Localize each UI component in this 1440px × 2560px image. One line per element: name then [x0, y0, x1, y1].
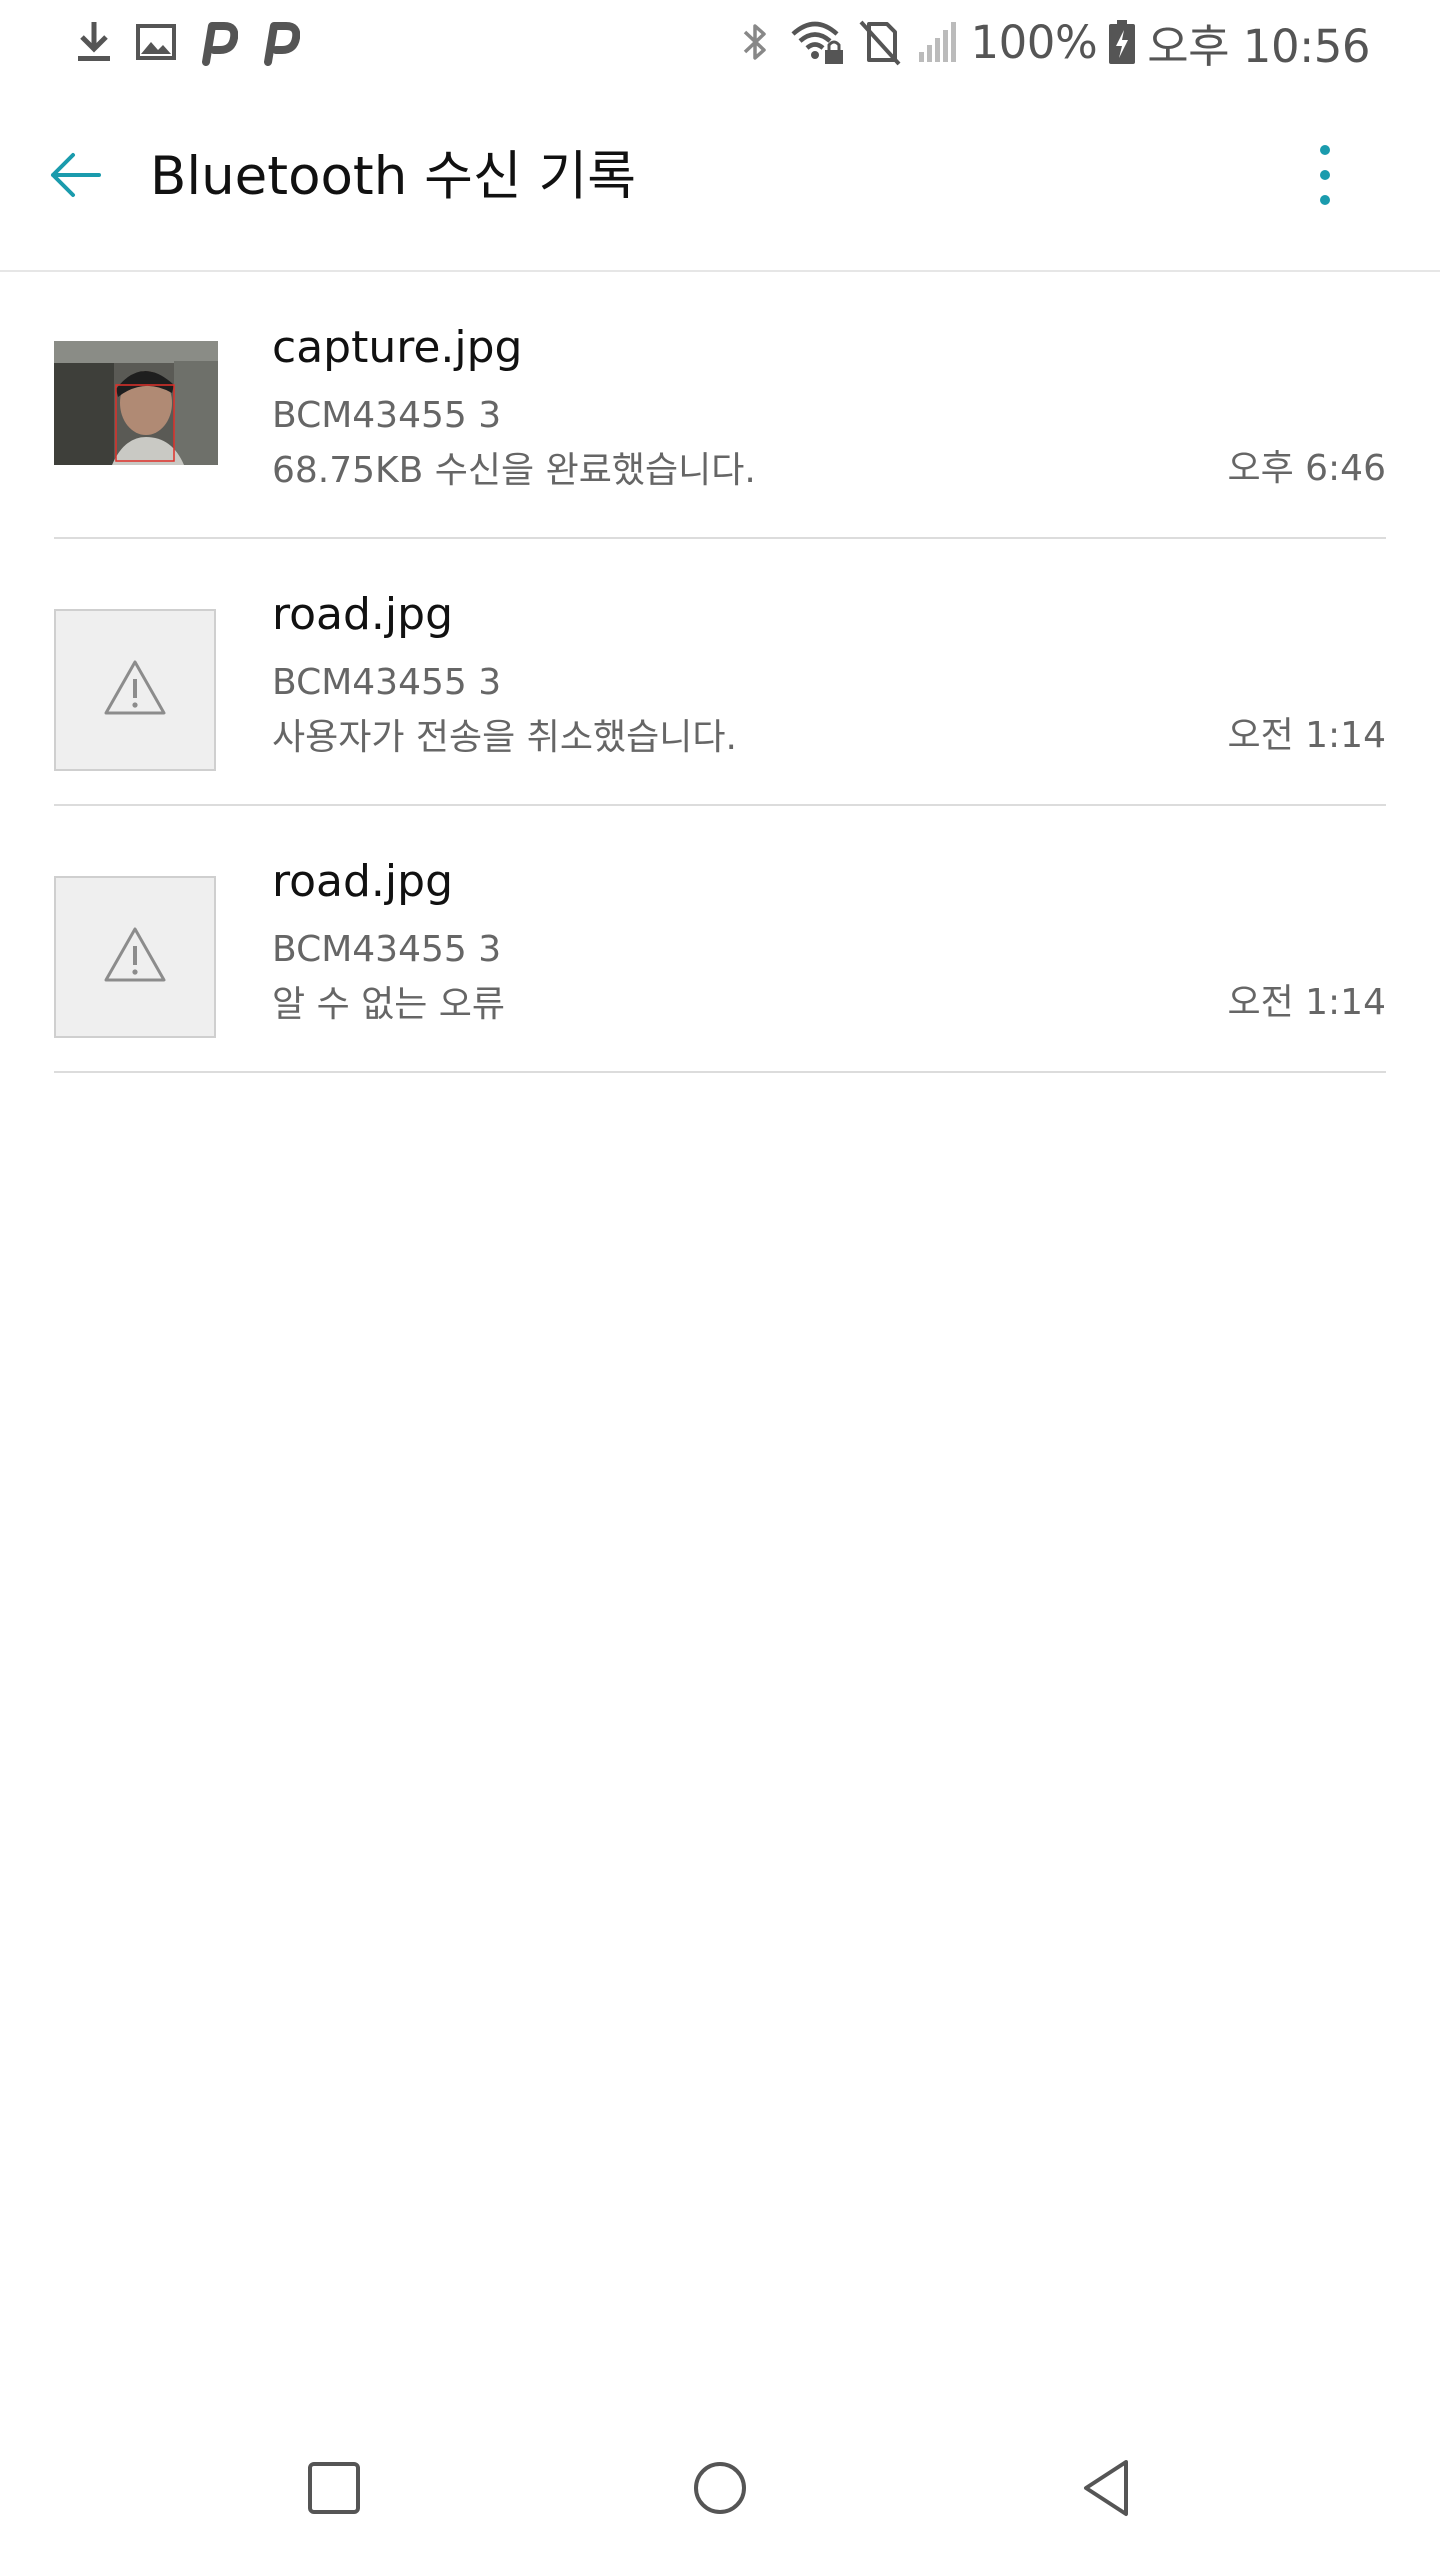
- device-name: BCM43455 3: [272, 662, 502, 703]
- system-status: 100% 오후 10:56: [731, 14, 1370, 73]
- page-title: Bluetooth 수신 기록: [150, 146, 637, 207]
- file-name: road.jpg: [272, 856, 454, 907]
- no-sim-icon: [855, 14, 903, 70]
- transfer-status: 알 수 없는 오류: [272, 984, 506, 1025]
- more-options-button[interactable]: [1280, 132, 1370, 222]
- list-item[interactable]: capture.jpg BCM43455 3 68.75KB 수신을 완료했습니…: [54, 272, 1386, 539]
- transfer-status: 사용자가 전송을 취소했습니다.: [272, 717, 737, 758]
- transfer-status: 68.75KB 수신을 완료했습니다.: [272, 450, 756, 491]
- p-app-icon: [256, 14, 304, 70]
- bluetooth-icon: [731, 14, 779, 70]
- device-name: BCM43455 3: [272, 395, 502, 436]
- download-icon: [70, 14, 118, 70]
- navigation-bar: [0, 2420, 1440, 2560]
- broken-thumbnail: [54, 876, 216, 1038]
- received-files-list: capture.jpg BCM43455 3 68.75KB 수신을 완료했습니…: [54, 272, 1386, 1073]
- image-icon: [132, 14, 180, 70]
- transfer-time: 오전 1:14: [1227, 982, 1386, 1023]
- app-bar: Bluetooth 수신 기록: [0, 84, 1440, 272]
- image-thumbnail: [54, 341, 218, 465]
- recent-apps-button[interactable]: [286, 2442, 382, 2538]
- back-icon: [1078, 2458, 1134, 2522]
- file-name: capture.jpg: [272, 322, 523, 373]
- nav-back-button[interactable]: [1058, 2442, 1154, 2538]
- back-button[interactable]: [30, 132, 120, 222]
- notification-icons: [70, 14, 304, 70]
- device-name: BCM43455 3: [272, 929, 502, 970]
- recent-apps-icon: [306, 2460, 362, 2520]
- home-icon: [692, 2460, 748, 2520]
- file-name: road.jpg: [272, 589, 454, 640]
- wifi-lock-icon: [789, 14, 845, 70]
- status-bar: 100% 오후 10:56: [0, 0, 1440, 84]
- list-item[interactable]: road.jpg BCM43455 3 알 수 없는 오류 오전 1:14: [54, 806, 1386, 1073]
- battery-charging-icon: [1107, 14, 1137, 70]
- back-arrow-icon: [45, 145, 105, 209]
- transfer-time: 오전 1:14: [1227, 715, 1386, 756]
- clock: 오후 10:56: [1147, 19, 1370, 73]
- list-item[interactable]: road.jpg BCM43455 3 사용자가 전송을 취소했습니다. 오전 …: [54, 539, 1386, 806]
- warning-icon: [102, 925, 168, 989]
- battery-percent: 100%: [970, 15, 1098, 69]
- home-button[interactable]: [672, 2442, 768, 2538]
- broken-thumbnail: [54, 609, 216, 771]
- p-app-icon: [194, 14, 242, 70]
- transfer-time: 오후 6:46: [1227, 448, 1386, 489]
- more-vert-icon: [1315, 140, 1335, 214]
- signal-icon: [913, 14, 961, 70]
- warning-icon: [102, 658, 168, 722]
